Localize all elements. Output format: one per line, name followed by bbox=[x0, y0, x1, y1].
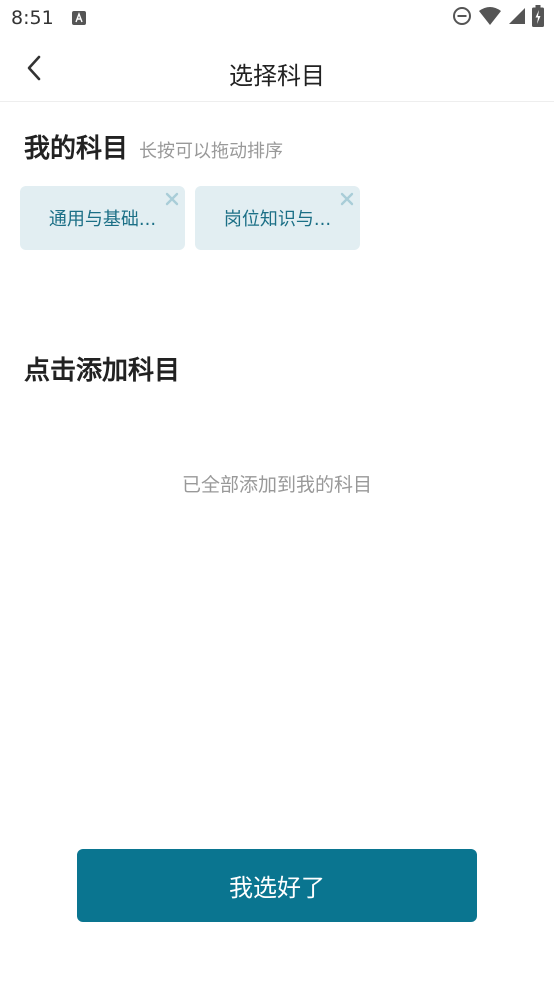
subject-chip-label: 通用与基础... bbox=[48, 209, 157, 230]
do-not-disturb-icon bbox=[452, 6, 472, 30]
page-title: 选择科目 bbox=[229, 62, 325, 90]
subject-chip[interactable]: 岗位知识与... bbox=[195, 186, 360, 250]
status-icons bbox=[452, 5, 544, 31]
confirm-button[interactable]: 我选好了 bbox=[77, 849, 477, 922]
my-subjects-title: 我的科目 bbox=[24, 134, 129, 164]
my-subjects-list: 通用与基础... 岗位知识与... bbox=[20, 186, 360, 250]
confirm-button-label: 我选好了 bbox=[229, 874, 325, 902]
battery-icon bbox=[532, 5, 544, 31]
notification-a-icon bbox=[72, 11, 86, 25]
subject-chip[interactable]: 通用与基础... bbox=[20, 186, 185, 250]
subject-chip-label: 岗位知识与... bbox=[223, 209, 332, 230]
wifi-icon bbox=[478, 6, 502, 30]
my-subjects-header: 我的科目 长按可以拖动排序 bbox=[24, 128, 283, 165]
close-icon[interactable] bbox=[340, 191, 354, 206]
close-icon[interactable] bbox=[165, 191, 179, 206]
app-bar: 选择科目 bbox=[0, 38, 554, 102]
drag-sort-hint: 长按可以拖动排序 bbox=[139, 141, 284, 162]
status-bar: 8:51 bbox=[0, 0, 554, 38]
status-time: 8:51 bbox=[11, 7, 54, 29]
empty-state-text: 已全部添加到我的科目 bbox=[181, 474, 372, 496]
add-subjects-title: 点击添加科目 bbox=[24, 356, 181, 386]
signal-icon bbox=[508, 7, 526, 29]
